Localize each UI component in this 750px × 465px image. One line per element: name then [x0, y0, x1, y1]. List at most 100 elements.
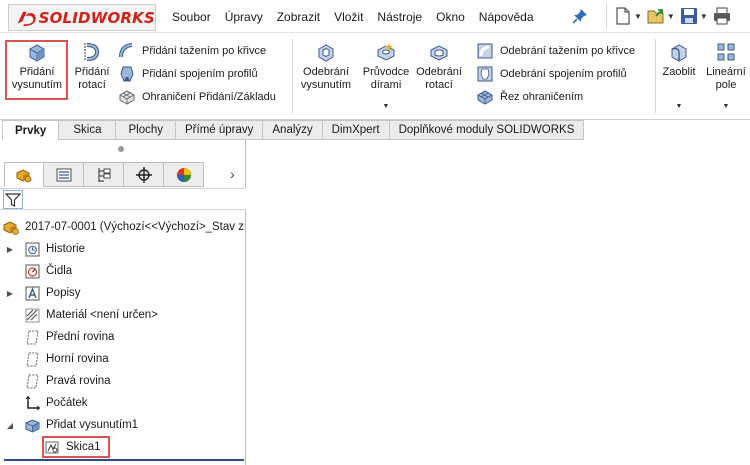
tree-label-material: Materiál <není určen>: [46, 309, 158, 321]
linear-pattern-icon: [717, 43, 735, 61]
menu-view[interactable]: Zobrazit: [277, 10, 320, 24]
command-manager: Přidání vysunutím Přidání rotací Přidání…: [0, 33, 750, 120]
new-document-button[interactable]: ▼: [613, 6, 642, 26]
plane-icon: [26, 374, 39, 388]
chevron-down-icon[interactable]: ▼: [634, 12, 642, 21]
tab-surfaces[interactable]: Plochy: [116, 120, 176, 140]
tree-label-sensors: Čidla: [46, 265, 73, 277]
save-button[interactable]: ▼: [679, 6, 708, 26]
tree-item-top-plane[interactable]: Horní rovina: [0, 348, 246, 370]
menu-edit[interactable]: Úpravy: [225, 10, 263, 24]
boundary-boss-button[interactable]: Ohraničení Přidání/Základu: [118, 85, 276, 108]
tree-item-history[interactable]: ▶ Historie: [0, 238, 246, 260]
tree-item-sensors[interactable]: Čidla: [0, 260, 246, 282]
revolved-cut-icon: [430, 45, 448, 61]
print-icon: [713, 7, 730, 25]
tree-label-extrude: Přidat vysunutím1: [46, 419, 139, 431]
extruded-boss-icon: [25, 418, 40, 433]
tree-item-sketch[interactable]: Skica1: [0, 436, 246, 458]
boundary-cut-button[interactable]: Řez ohraničením: [476, 85, 635, 108]
tree-item-extrude[interactable]: ◢ Přidat vysunutím1: [0, 414, 246, 436]
tree-item-front-plane[interactable]: Přední rovina: [0, 326, 246, 348]
rollback-bar[interactable]: [4, 459, 244, 461]
open-file-button[interactable]: ▼: [646, 6, 675, 26]
extruded-boss-icon: [29, 44, 45, 62]
plane-icon: [26, 330, 39, 344]
history-icon: [25, 242, 40, 256]
title-bar: SOLIDWORKS Soubor Úpravy Zobrazit Vložit…: [0, 0, 750, 33]
swept-cut-button[interactable]: Odebrání tažením po křivce: [476, 39, 635, 62]
tab-feature-manager[interactable]: [4, 162, 44, 187]
menu-file[interactable]: Soubor: [172, 10, 211, 24]
ds-logo-icon: [17, 11, 36, 26]
tab-direct-editing[interactable]: Přímé úpravy: [176, 120, 264, 140]
tree-item-right-plane[interactable]: Pravá rovina: [0, 370, 246, 392]
tree-item-annotations[interactable]: ▶ Popisy: [0, 282, 246, 304]
new-document-icon: [616, 7, 630, 25]
menu-help[interactable]: Nápověda: [479, 10, 534, 24]
feature-tree: 2017-07-0001 (Výchozí<<Výchozí>_Stav z ▶…: [0, 216, 246, 458]
chevron-right-icon[interactable]: ›: [230, 166, 235, 182]
tab-evaluate[interactable]: Analýzy: [263, 120, 323, 140]
feature-manager-panel: › 2017-07-0001 (Výchozí<<Výchozí>_Stav z…: [0, 140, 246, 465]
menu-window[interactable]: Okno: [436, 10, 465, 24]
tree-item-material[interactable]: Materiál <není určen>: [0, 304, 246, 326]
tab-display-manager[interactable]: [164, 162, 204, 187]
hole-wizard-dropdown[interactable]: ▼: [383, 100, 390, 113]
hole-wizard-button[interactable]: Průvodce dírami ▼: [359, 41, 413, 113]
fillet-icon: [671, 44, 687, 62]
graphics-area[interactable]: [247, 140, 750, 465]
sensors-icon: [25, 264, 40, 278]
linear-pattern-dropdown[interactable]: ▼: [723, 100, 730, 113]
revolved-boss-button[interactable]: Přidání rotací: [70, 41, 114, 92]
tab-property-manager[interactable]: [44, 162, 84, 187]
tab-dimxpert-manager[interactable]: [124, 162, 164, 187]
collapse-arrow-icon[interactable]: ◢: [5, 421, 15, 430]
crosshair-icon: [135, 166, 152, 183]
swept-cut-icon: [477, 43, 493, 58]
linear-pattern-button[interactable]: Lineární pole ▼: [704, 41, 748, 113]
tab-dimxpert[interactable]: DimXpert: [322, 120, 390, 140]
configuration-manager-icon: [97, 167, 110, 182]
revolved-cut-button[interactable]: Odebrání rotací: [416, 41, 462, 92]
menu-tools[interactable]: Nástroje: [377, 10, 422, 24]
solidworks-logo[interactable]: SOLIDWORKS: [8, 4, 156, 31]
display-manager-icon: [176, 167, 191, 182]
tree-root-label: 2017-07-0001 (Výchozí<<Výchozí>_Stav z: [25, 221, 244, 233]
swept-boss-icon: [119, 42, 133, 57]
tree-label-annotations: Popisy: [46, 287, 81, 299]
print-button[interactable]: [712, 6, 732, 26]
fillet-dropdown[interactable]: ▼: [676, 100, 683, 113]
material-icon: [25, 308, 40, 322]
tab-configuration-manager[interactable]: [84, 162, 124, 187]
fillet-button[interactable]: Zaoblit ▼: [660, 41, 698, 113]
expand-arrow-icon[interactable]: ▶: [5, 289, 15, 298]
swept-boss-label: Přidání tažením po křivce: [142, 44, 267, 57]
extruded-cut-button[interactable]: Odebrání vysunutím: [297, 41, 355, 92]
quick-access-toolbar: ▼ ▼ ▼: [606, 4, 736, 28]
panel-grip[interactable]: [118, 146, 124, 152]
lofted-boss-label: Přidání spojením profilů: [142, 67, 258, 80]
chevron-down-icon[interactable]: ▼: [700, 12, 708, 21]
swept-boss-button[interactable]: Přidání tažením po křivce: [118, 39, 276, 62]
chevron-down-icon[interactable]: ▼: [667, 12, 675, 21]
filter-bar: [0, 188, 246, 210]
highlight-sketch: [42, 436, 110, 458]
tree-root-part[interactable]: 2017-07-0001 (Výchozí<<Výchozí>_Stav z: [0, 216, 246, 238]
lofted-cut-label: Odebrání spojením profilů: [500, 67, 627, 80]
tree-item-origin[interactable]: Počátek: [0, 392, 246, 414]
boundary-cut-icon: [477, 89, 493, 105]
lofted-cut-button[interactable]: Odebrání spojením profilů: [476, 62, 635, 85]
lofted-boss-icon: [120, 66, 134, 81]
property-manager-icon: [56, 168, 71, 181]
tab-features[interactable]: Prvky: [2, 120, 60, 140]
boss-options-group: Přidání tažením po křivce Přidání spojen…: [118, 39, 276, 108]
lofted-boss-button[interactable]: Přidání spojením profilů: [118, 62, 276, 85]
expand-arrow-icon[interactable]: ▶: [5, 245, 15, 254]
extruded-boss-button[interactable]: Přidání vysunutím: [8, 41, 66, 92]
swept-cut-label: Odebrání tažením po křivce: [500, 44, 636, 57]
tab-addins[interactable]: Doplňkové moduly SOLIDWORKS: [389, 120, 585, 140]
menu-insert[interactable]: Vložit: [334, 10, 363, 24]
pin-icon[interactable]: [572, 8, 588, 24]
tab-sketch[interactable]: Skica: [59, 120, 117, 140]
